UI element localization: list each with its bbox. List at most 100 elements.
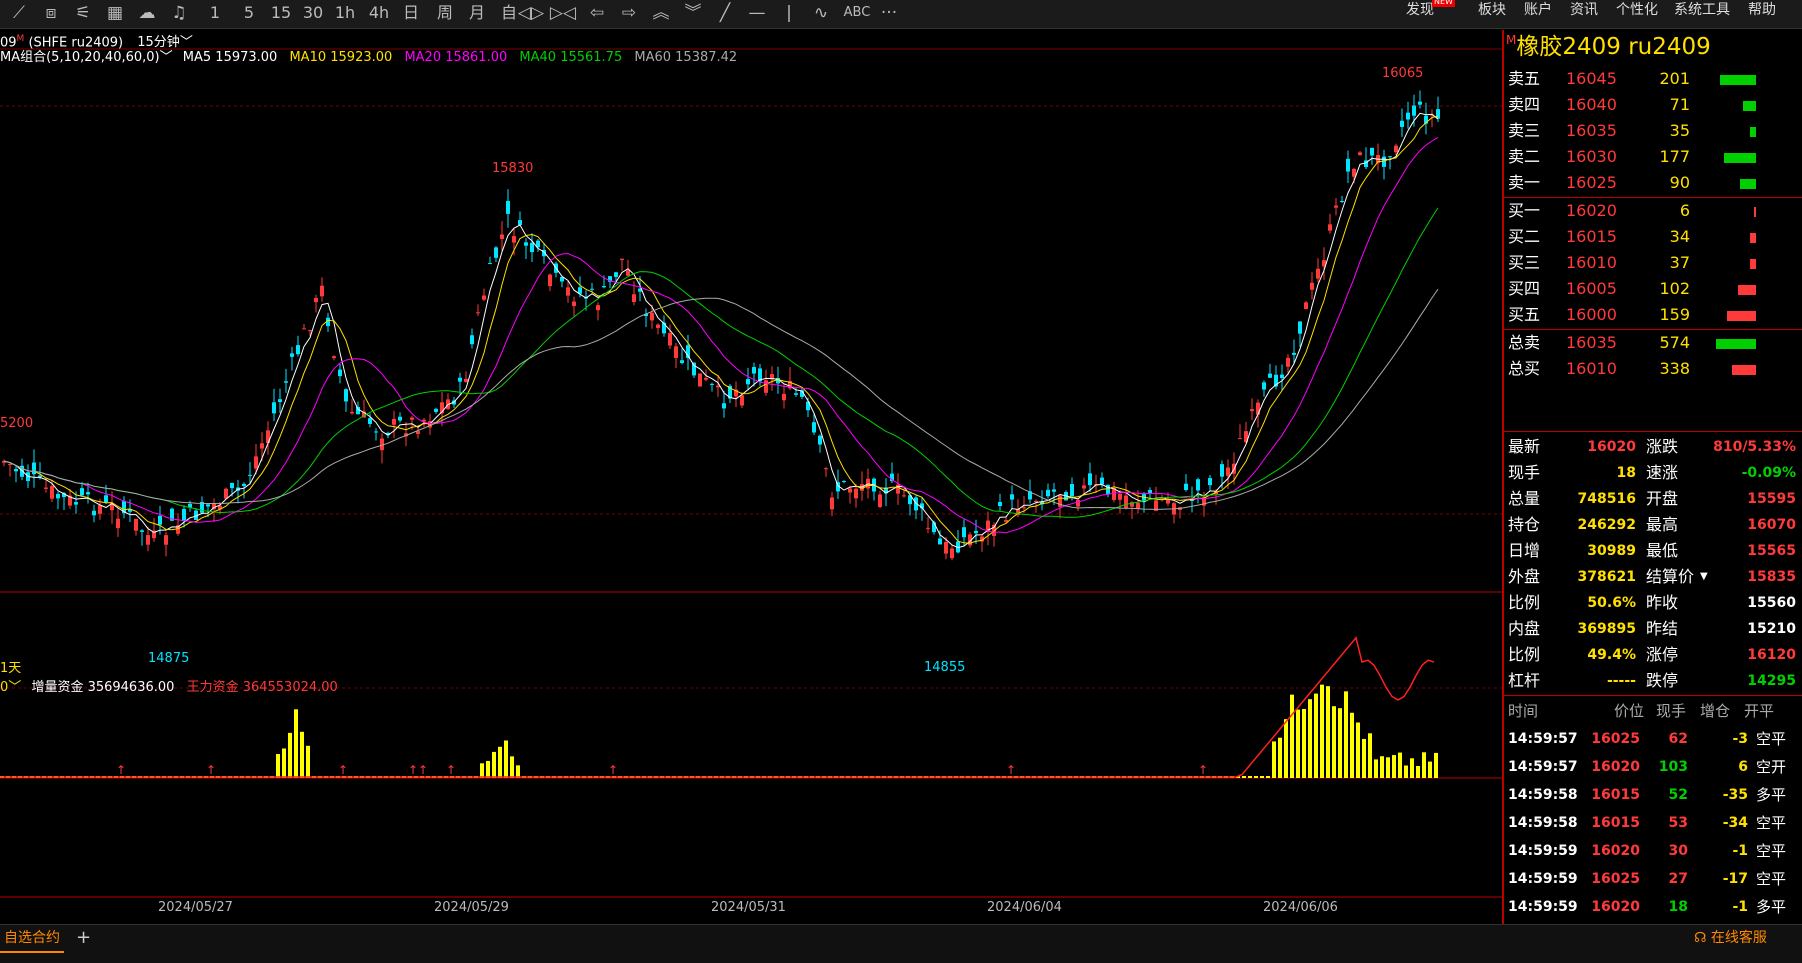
order-book-row[interactable]: 卖一 16025 90 — [1504, 170, 1802, 196]
chevron-down-icon[interactable]: ︾ — [678, 2, 708, 24]
stat-value: 15210 — [1747, 621, 1796, 637]
menu-item-0[interactable]: 发现 NEW — [1406, 0, 1455, 24]
interval-button-7[interactable]: 周 — [430, 2, 460, 24]
candle-body — [458, 377, 462, 382]
candle-body — [722, 403, 726, 409]
interval-button-3[interactable]: 30 — [298, 2, 328, 24]
chevron-up-icon[interactable]: ︽ — [646, 2, 676, 24]
line-chart-icon[interactable]: ⟋ — [4, 2, 34, 24]
interval-button-0[interactable]: 1 — [200, 2, 230, 24]
candle-body — [1136, 502, 1140, 509]
refresh-cloud-icon[interactable]: ☁ — [132, 2, 162, 24]
order-book-row[interactable]: 总卖 16035 574 — [1504, 330, 1802, 356]
horizontal-line-icon[interactable]: — — [742, 2, 772, 24]
split-icon[interactable]: ⚟ — [68, 2, 98, 24]
fund-bar — [1254, 776, 1258, 778]
order-book-row[interactable]: 卖五 16045 201 — [1504, 66, 1802, 92]
order-book-row[interactable]: 总买 16010 338 — [1504, 356, 1802, 382]
order-book-row[interactable]: 卖二 16030 177 — [1504, 144, 1802, 170]
tick-list[interactable]: 时间 价位 现手 增仓 开平 14:59:57 16025 62 -3 空平 14:59:57 160… — [1504, 695, 1802, 926]
order-book-row[interactable]: 卖三 16035 35 — [1504, 118, 1802, 144]
chart-canvas[interactable]: ↑ ↑ ↑ ↑ ↑ ↑ ↑ ↑ ↑ — [0, 30, 1502, 924]
order-book-row[interactable]: 卖四 16040 71 — [1504, 92, 1802, 118]
candle-body — [1250, 409, 1254, 412]
level-price: 16010 — [1566, 253, 1617, 272]
arrow-left-icon[interactable]: ⇦ — [582, 2, 612, 24]
tick-type: 空平 — [1756, 730, 1787, 748]
online-service-button[interactable]: ☊ 在线客服 — [1694, 925, 1767, 951]
volume-bar — [1738, 285, 1756, 295]
candle-body — [752, 367, 756, 374]
interval-button-8[interactable]: 月 — [462, 2, 492, 24]
table-icon[interactable]: ▦ — [100, 2, 130, 24]
tick-qty: 30 — [1668, 843, 1688, 859]
add-tab-button[interactable]: + — [76, 925, 91, 951]
order-book-row[interactable]: 买一 16020 6 — [1504, 198, 1802, 224]
dropdown-icon[interactable]: ▼ — [1700, 564, 1708, 590]
status-bar: 自选合约 + ☊ 在线客服 — [0, 924, 1802, 963]
tick-row[interactable]: 14:59:58 16015 53 -34 空平 — [1504, 810, 1802, 836]
draw-line-icon[interactable]: ╱ — [710, 2, 740, 24]
tick-row[interactable]: 14:59:58 16015 52 -35 多平 — [1504, 782, 1802, 808]
watchlist-tab[interactable]: 自选合约 — [0, 925, 64, 953]
order-book-row[interactable]: 买二 16015 34 — [1504, 224, 1802, 250]
tick-row[interactable]: 14:59:59 16020 18 -1 多平 — [1504, 894, 1802, 920]
expand-horizontal-icon[interactable]: ◁▷ — [516, 2, 546, 24]
stat-label: 比例 — [1508, 593, 1541, 612]
vertical-line-icon[interactable]: | — [774, 2, 804, 24]
candle-body — [1334, 205, 1338, 208]
stat-label: 现手 — [1508, 463, 1541, 482]
candle-body — [1298, 321, 1302, 334]
ma-combo-label[interactable]: MA组合(5,10,20,40,60,0)﹀ — [0, 50, 173, 65]
candle-body — [104, 495, 108, 503]
candle-body — [1100, 477, 1104, 485]
order-book-row[interactable]: 买三 16010 37 — [1504, 250, 1802, 276]
candlestick-icon[interactable]: ⧈ — [36, 2, 66, 24]
level-label: 买二 — [1508, 227, 1541, 246]
menu-item-5[interactable]: 系统工具 — [1674, 0, 1730, 24]
candle-body — [1238, 438, 1242, 440]
tick-qty: 62 — [1668, 731, 1688, 747]
level-price: 16015 — [1566, 227, 1617, 246]
more-icon[interactable]: ··· — [874, 2, 904, 24]
tick-qty: 18 — [1668, 899, 1688, 915]
order-book-row[interactable]: 买四 16005 102 — [1504, 276, 1802, 302]
contract-mark: M — [16, 34, 25, 44]
tick-row[interactable]: 14:59:59 16020 30 -1 空平 — [1504, 838, 1802, 864]
menu-item-1[interactable]: 板块 — [1478, 0, 1506, 24]
interval-button-2[interactable]: 15 — [266, 2, 296, 24]
candle-body — [392, 418, 396, 425]
interval-button-4[interactable]: 1h — [330, 2, 360, 24]
candle-body — [1370, 147, 1374, 156]
contract-title: M橡胶2409 ru2409 — [1506, 33, 1711, 60]
menu-item-3[interactable]: 资讯 — [1570, 0, 1598, 24]
menu-item-2[interactable]: 账户 — [1524, 0, 1552, 24]
ma10-value: MA10 15923.00 — [289, 50, 393, 65]
ma-legend: MA组合(5,10,20,40,60,0)﹀ MA5 15973.00 MA10… — [0, 48, 737, 68]
tick-row[interactable]: 14:59:59 16025 27 -17 空平 — [1504, 866, 1802, 892]
candle-body — [1004, 519, 1008, 522]
fund-bar — [1434, 752, 1438, 778]
compress-icon[interactable]: ▷◁ — [548, 2, 578, 24]
tick-row[interactable]: 14:59:57 16020 103 6 空开 — [1504, 754, 1802, 780]
ma40-value: MA40 15561.75 — [519, 50, 623, 65]
interval-button-1[interactable]: 5 — [234, 2, 264, 24]
candle-body — [314, 298, 318, 303]
wave-icon[interactable]: ∿ — [806, 2, 836, 24]
bell-icon[interactable]: ♫ — [164, 2, 194, 24]
tick-row[interactable]: 14:59:57 16025 62 -3 空平 — [1504, 726, 1802, 752]
kline-chart[interactable]: ↑ ↑ ↑ ↑ ↑ ↑ ↑ ↑ ↑ 09M (SHFE ru2409) 15分钟﹀ MA组合(5… — [0, 30, 1502, 950]
menu-item-4[interactable]: 个性化 — [1616, 0, 1658, 24]
tick-header-cell: 时间 — [1508, 702, 1539, 720]
candle-body — [80, 488, 84, 496]
stat-row: 持仓 246292 最高 16070 — [1504, 512, 1802, 538]
text-tool-icon[interactable]: ABC — [842, 2, 872, 24]
interval-button-5[interactable]: 4h — [364, 2, 394, 24]
arrow-right-icon[interactable]: ⇨ — [614, 2, 644, 24]
candle-body — [1328, 224, 1332, 231]
interval-button-6[interactable]: 日 — [396, 2, 426, 24]
volume-bar — [1732, 365, 1756, 375]
menu-item-6[interactable]: 帮助 — [1748, 0, 1776, 24]
order-book-row[interactable]: 买五 16000 159 — [1504, 302, 1802, 328]
stat-row: 最新 16020 涨跌 810/5.33% — [1504, 434, 1802, 460]
